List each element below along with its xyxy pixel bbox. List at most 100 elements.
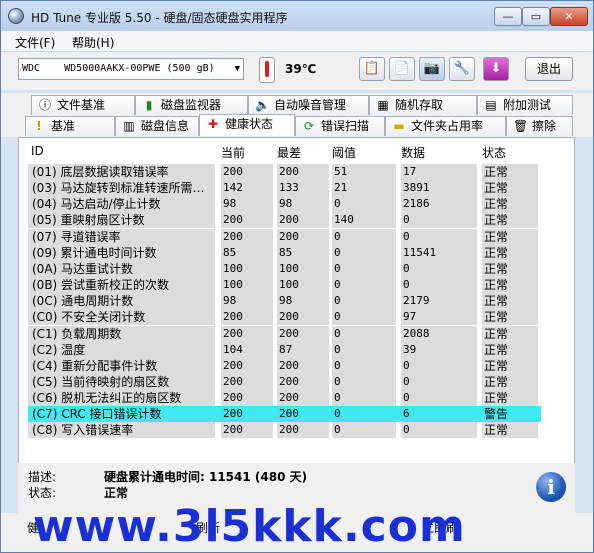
window-title: HD Tune 专业版 5.50 - 硬盘/固态硬盘实用程序 — [31, 11, 288, 25]
header-id[interactable]: ID — [31, 144, 44, 158]
cell-current: 100 — [221, 260, 273, 277]
cell-threshold: 0 — [332, 277, 396, 294]
tab-random-access[interactable]: ▦ 随机存取 — [369, 95, 477, 115]
tab-extra-tests[interactable]: ▤ 附加测试 — [477, 95, 573, 115]
cell-id: (01) 底层数据读取错误率 — [28, 164, 215, 180]
table-row[interactable]: (C1) 负载周期数 200 200 0 2088 正常 — [19, 325, 574, 342]
cell-status: 正常 — [482, 341, 538, 358]
tab-label: 文件基准 — [57, 98, 106, 112]
thermometer-icon — [259, 57, 275, 83]
cell-status: 正常 — [482, 293, 538, 310]
speaker-icon: 🔈 — [255, 98, 270, 112]
cell-worst: 133 — [277, 180, 329, 197]
cell-id: (C1) 负载周期数 — [28, 325, 215, 342]
tab-disk-info[interactable]: ▥ 磁盘信息 — [115, 116, 199, 136]
table-row[interactable]: (09) 累计通电时间计数 85 85 0 11541 正常 — [19, 244, 574, 261]
chevron-down-icon: ▼ — [234, 64, 240, 74]
header-status[interactable]: 状态 — [482, 144, 506, 161]
table-row[interactable]: (C7) CRC 接口错误计数 200 200 0 6 警告 — [19, 406, 574, 423]
cell-worst: 200 — [277, 212, 329, 229]
tab-file-benchmark[interactable]: ⓘ 文件基准 — [31, 95, 135, 115]
copy-screen-icon: 📄 — [393, 61, 411, 76]
cell-worst: 200 — [277, 309, 329, 326]
tab-health[interactable]: ✚ 健康状态 — [199, 114, 295, 136]
header-data[interactable]: 数据 — [401, 144, 425, 161]
toolbar: WDC WD5000AAKX-00PWE (500 gB) ▼ 39℃ 📋 📄 … — [1, 52, 593, 90]
copy-info-button[interactable]: 📋 — [359, 57, 385, 81]
table-row[interactable]: (07) 寻道错误率 200 200 0 0 正常 — [19, 228, 574, 245]
download-button[interactable]: ⬇ — [483, 57, 509, 81]
cell-worst: 98 — [277, 196, 329, 213]
disk-info-icon: ▥ — [123, 119, 135, 133]
cell-status: 正常 — [482, 277, 538, 294]
description-value: 硬盘累计通电时间: 11541 (480 天) — [104, 470, 308, 484]
cell-status: 正常 — [482, 309, 538, 326]
table-row[interactable]: (0B) 尝试重新校正的次数 100 100 0 0 正常 — [19, 277, 574, 294]
cell-threshold: 0 — [332, 260, 396, 277]
table-row[interactable]: (0C) 通电周期计数 98 98 0 2179 正常 — [19, 293, 574, 310]
maximize-button[interactable]: ▭ — [522, 7, 550, 26]
cell-threshold: 0 — [332, 373, 396, 390]
tab-label: 附加测试 — [503, 98, 552, 112]
screenshot-button[interactable]: 📷 — [419, 57, 445, 81]
cell-status: 正常 — [482, 244, 538, 261]
cell-threshold: 140 — [332, 212, 396, 229]
cell-data: 6 — [401, 406, 477, 423]
cell-worst: 87 — [277, 341, 329, 358]
table-row[interactable]: (01) 底层数据读取错误率 200 200 51 17 正常 — [19, 164, 574, 180]
tab-label: 磁盘信息 — [141, 119, 190, 133]
cell-id: (C0) 不安全关闭计数 — [28, 309, 215, 326]
cell-data: 0 — [401, 212, 477, 229]
tab-disk-monitor[interactable]: ▮ 磁盘监视器 — [135, 95, 248, 115]
copy-info-icon: 📋 — [363, 61, 381, 76]
cell-id: (09) 累计通电时间计数 — [28, 244, 215, 261]
tab-aam[interactable]: 🔈 自动噪音管理 — [248, 95, 369, 115]
description-label: 描述: — [28, 470, 57, 484]
menu-bar: 文件(F) 帮助(H) — [1, 31, 593, 52]
tab-folder-usage[interactable]: ▬ 文件夹占用率 — [385, 116, 506, 136]
folder-icon: ▬ — [393, 119, 405, 133]
cell-worst: 200 — [277, 422, 329, 439]
close-button[interactable]: ✕ — [550, 7, 588, 26]
tab-erase[interactable]: 🗑 擦除 — [506, 116, 573, 136]
table-row[interactable]: (05) 重映射扇区计数 200 200 140 0 正常 — [19, 212, 574, 229]
header-worst[interactable]: 最差 — [277, 144, 301, 161]
cell-id: (0A) 马达重试计数 — [28, 260, 215, 277]
health-cross-icon: ✚ — [207, 117, 219, 131]
cell-threshold: 0 — [332, 325, 396, 342]
cell-status: 警告 — [482, 406, 538, 423]
watermark-text: www.3l5kkk.com — [33, 501, 466, 552]
tab-label: 随机存取 — [395, 98, 444, 112]
tab-error-scan[interactable]: ⟳ 错误扫描 — [295, 116, 385, 136]
table-row[interactable]: (C8) 写入错误速率 200 200 0 0 正常 — [19, 422, 574, 439]
table-row[interactable]: (C4) 重新分配事件计数 200 200 0 0 正常 — [19, 357, 574, 374]
cell-data: 0 — [401, 228, 477, 245]
cell-current: 98 — [221, 196, 273, 213]
menu-help[interactable]: 帮助(H) — [72, 34, 114, 51]
table-row[interactable]: (0A) 马达重试计数 100 100 0 0 正常 — [19, 260, 574, 277]
download-icon: ⬇ — [490, 61, 502, 76]
cell-id: (C2) 温度 — [28, 341, 215, 358]
menu-file[interactable]: 文件(F) — [15, 34, 55, 51]
table-row[interactable]: (C0) 不安全关闭计数 200 200 0 97 正常 — [19, 309, 574, 326]
cell-data: 0 — [401, 390, 477, 407]
options-button[interactable]: 🔧 — [449, 57, 475, 81]
cell-current: 100 — [221, 277, 273, 294]
table-row[interactable]: (04) 马达启动/停止计数 98 98 0 2186 正常 — [19, 196, 574, 213]
header-current[interactable]: 当前 — [221, 144, 245, 161]
table-row[interactable]: (C6) 脱机无法纠正的扇区数 200 200 0 0 正常 — [19, 390, 574, 407]
tab-benchmark[interactable]: ! 基准 — [25, 116, 115, 136]
cell-id: (C8) 写入错误速率 — [28, 422, 215, 439]
cell-data: 0 — [401, 373, 477, 390]
drive-select[interactable]: WDC WD5000AAKX-00PWE (500 gB) ▼ — [18, 58, 244, 80]
table-row[interactable]: (C2) 温度 104 87 0 39 正常 — [19, 341, 574, 358]
header-threshold[interactable]: 阈值 — [332, 144, 356, 161]
copy-screen-button[interactable]: 📄 — [389, 57, 415, 81]
exit-button[interactable]: 退出 — [525, 57, 573, 81]
cell-data: 0 — [401, 357, 477, 374]
minimize-button[interactable]: — — [494, 7, 522, 26]
tab-label: 基准 — [51, 119, 76, 133]
table-row[interactable]: (03) 马达旋转到标准转速所需… 142 133 21 3891 正常 — [19, 180, 574, 197]
info-button[interactable]: i — [536, 472, 566, 502]
table-row[interactable]: (C5) 当前待映射的扇区数 200 200 0 0 正常 — [19, 373, 574, 390]
